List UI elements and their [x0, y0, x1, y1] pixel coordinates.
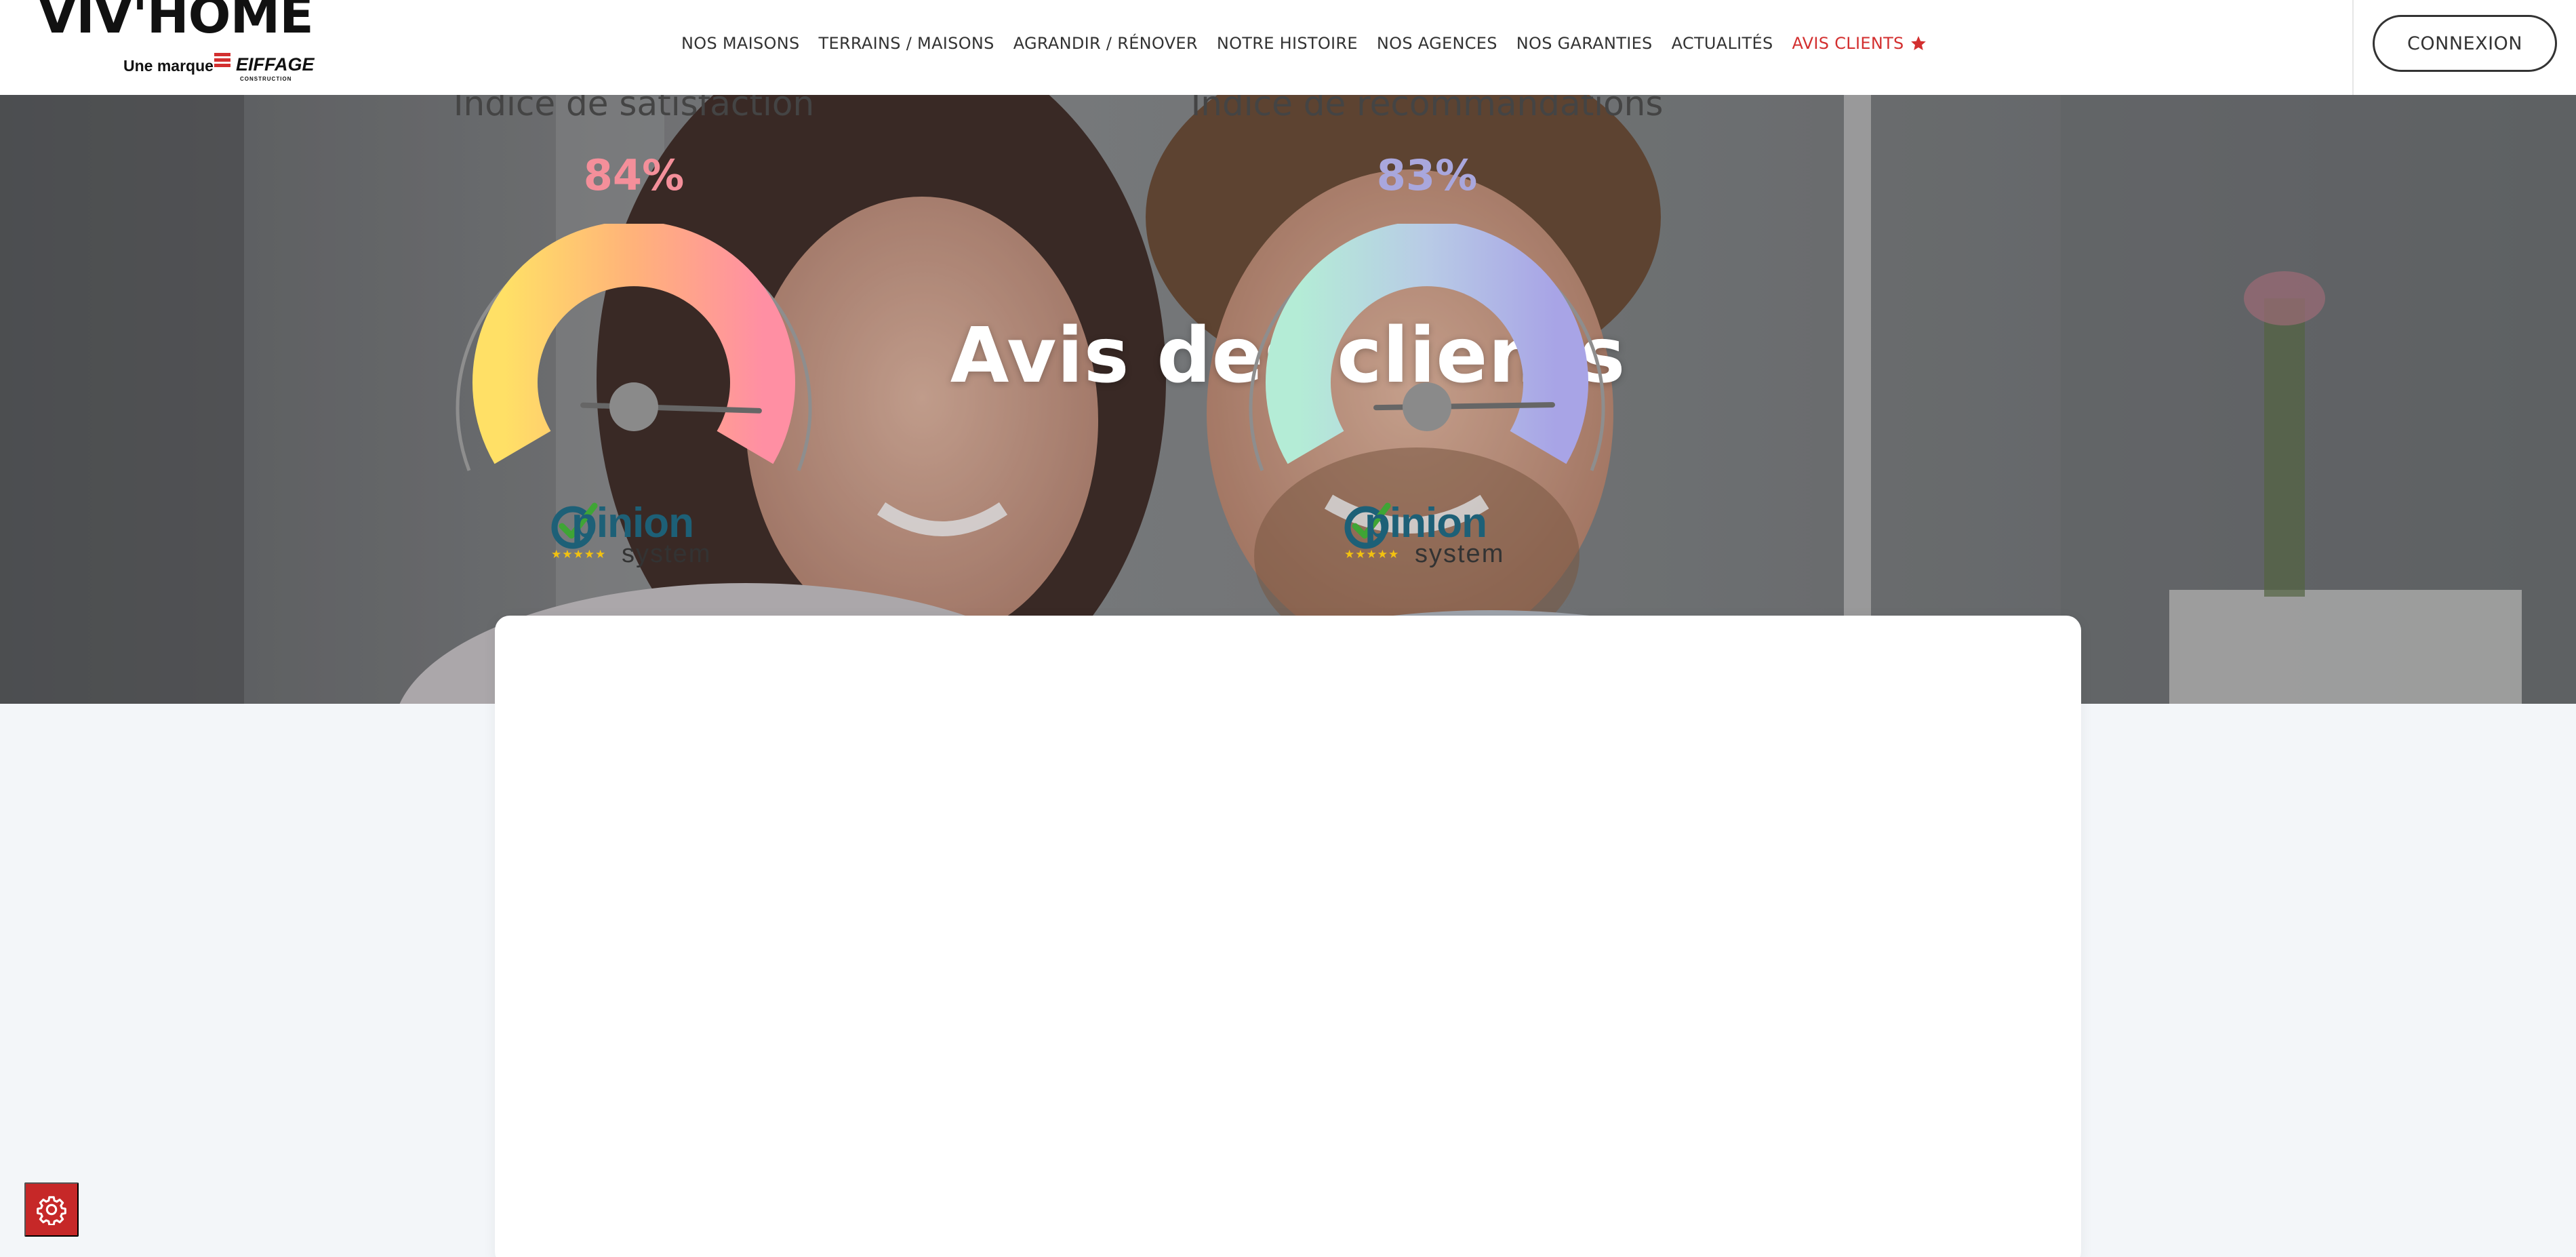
- eiffage-mark-icon: [214, 53, 230, 73]
- logo-tagline: Une marque: [123, 57, 214, 75]
- star-icon: [1910, 35, 1927, 52]
- nav-label: NOTRE HISTOIRE: [1216, 34, 1358, 53]
- main-nav: NOS MAISONS TERRAINS / MAISONS AGRANDIR …: [681, 30, 1927, 57]
- satisfaction-gauge: [456, 224, 812, 471]
- opinion-sub: system: [1415, 540, 1505, 568]
- cookie-settings-button[interactable]: [24, 1182, 79, 1237]
- gear-icon: [37, 1196, 66, 1225]
- nav-label: NOS MAISONS: [681, 34, 800, 53]
- header-divider: [2352, 0, 2354, 95]
- nav-item-terrains-maisons[interactable]: TERRAINS / MAISONS: [819, 34, 994, 53]
- gauge-hub: [1403, 382, 1451, 431]
- opinion-system-logo[interactable]: pinion ★★★★★ system: [551, 499, 721, 568]
- gauge-hub: [609, 382, 658, 431]
- nav-label: TERRAINS / MAISONS: [818, 34, 994, 53]
- gauge-value: 83%: [1376, 151, 1478, 200]
- indices-card: [495, 616, 2081, 1257]
- nav-label: ACTUALITÉS: [1671, 34, 1773, 53]
- opinion-stars: ★★★★★: [551, 548, 607, 561]
- nav-item-nos-maisons[interactable]: NOS MAISONS: [681, 34, 800, 53]
- logo-partner: EIFFAGE: [236, 54, 315, 75]
- nav-item-avis-clients[interactable]: AVIS CLIENTS: [1792, 34, 1927, 53]
- site-header: VIV'HOME Une marque EIFFAGE CONSTRUCTION…: [0, 0, 2576, 95]
- opinion-system-logo[interactable]: pinion ★★★★★ system: [1344, 499, 1514, 568]
- gauge-needle: [1373, 402, 1555, 411]
- opinion-sub: system: [622, 540, 712, 568]
- opinion-stars: ★★★★★: [1344, 548, 1400, 561]
- nav-label: NOS AGENCES: [1376, 34, 1497, 53]
- nav-item-actualites[interactable]: ACTUALITÉS: [1672, 34, 1773, 53]
- logo-brand: VIV'HOME: [38, 0, 314, 45]
- nav-label: AGRANDIR / RÉNOVER: [1013, 34, 1198, 53]
- recommandation-gauge-block: Indice de recommandations 83% pinion ★★★…: [1191, 0, 1942, 641]
- gauge-value: 84%: [583, 151, 685, 200]
- nav-item-agrandir-renover[interactable]: AGRANDIR / RÉNOVER: [1013, 34, 1198, 53]
- logo[interactable]: VIV'HOME Une marque EIFFAGE CONSTRUCTION: [38, 0, 323, 88]
- recommandation-gauge: [1249, 224, 1605, 471]
- satisfaction-gauge-block: Indice de satisfaction 84% pinion ★★★★★ …: [454, 0, 1149, 641]
- nav-label: AVIS CLIENTS: [1792, 34, 1904, 53]
- nav-label: NOS GARANTIES: [1516, 34, 1653, 53]
- login-button[interactable]: CONNEXION: [2373, 15, 2557, 72]
- logo-partner-sub: CONSTRUCTION: [240, 76, 292, 82]
- nav-item-nos-agences[interactable]: NOS AGENCES: [1377, 34, 1497, 53]
- nav-item-notre-histoire[interactable]: NOTRE HISTOIRE: [1217, 34, 1358, 53]
- nav-item-nos-garanties[interactable]: NOS GARANTIES: [1516, 34, 1653, 53]
